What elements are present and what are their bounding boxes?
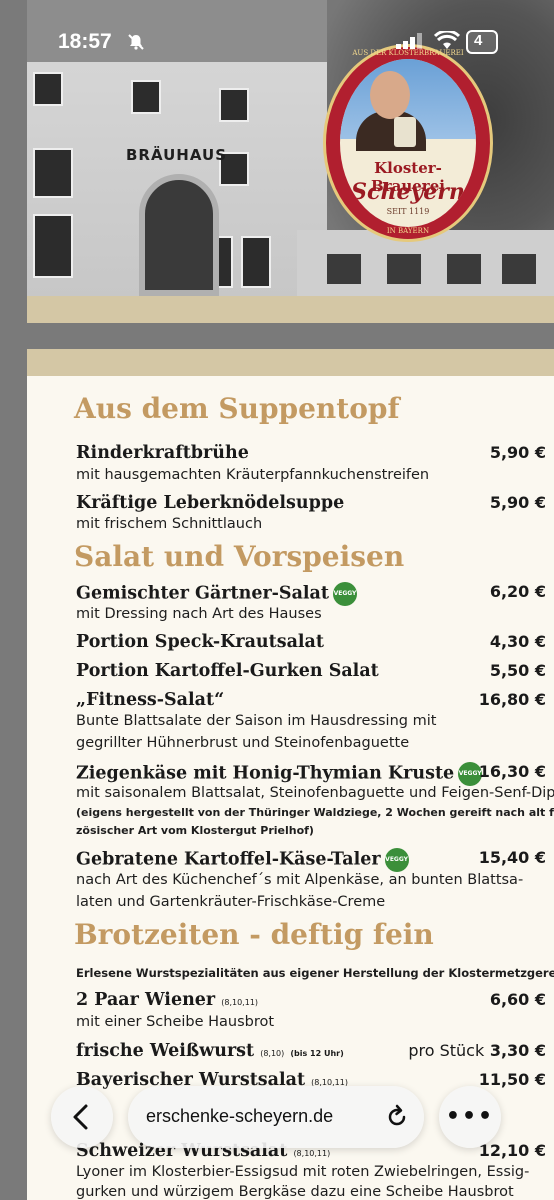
veggy-badge-icon: VEGGY: [332, 582, 357, 606]
menu-item: Rinderkraftbrühe 5,90 €: [76, 443, 546, 463]
address-bar[interactable]: erschenke-scheyern.de: [128, 1086, 424, 1148]
item-description: mit frischem Schnittlauch: [76, 516, 263, 532]
menu-item: Gebratene Kartoffel-Käse-Taler VEGGY 15,4…: [76, 848, 546, 874]
ellipsis-icon: •••: [445, 1104, 495, 1129]
divider-band: [27, 296, 554, 323]
item-description: gurken und würzigem Bergkäse dazu eine S…: [76, 1184, 514, 1200]
item-description: Lyoner im Klosterbier-Essigsud mit roten…: [76, 1164, 530, 1180]
item-description: laten und Gartenkräuter-Frischkäse-Creme: [76, 894, 386, 910]
item-description: mit Dressing nach Art des Hauses: [76, 606, 322, 622]
item-description: gegrillter Hühnerbrust und Steinofenbagu…: [76, 735, 410, 751]
url-text: erschenke-scheyern.de: [146, 1106, 334, 1126]
item-description: Bunte Blattsalate der Saison im Hausdres…: [76, 713, 437, 729]
menu-item: Portion Speck-Krautsalat 4,30 €: [76, 632, 546, 652]
item-description: mit saisonalem Blattsalat, Steinofenbagu…: [76, 785, 554, 801]
veggy-badge-icon: VEGGY: [384, 848, 409, 872]
chevron-left-icon: [73, 1104, 88, 1130]
silent-mode-icon: [128, 34, 144, 50]
section-title-salad: Salat und Vorspeisen: [74, 540, 405, 573]
cellular-signal-icon: [396, 33, 422, 49]
status-bar: 18:57 4: [0, 0, 554, 84]
section-title-brotzeit: Brotzeiten - deftig fein: [74, 918, 434, 951]
item-description: mit hausgemachten Kräuterpfannkuchenstre…: [76, 467, 430, 483]
menu-item: Gemischter Gärtner-Salat VEGGY 6,20 €: [76, 582, 546, 608]
item-note: (eigens hergestellt von der Thüringer Wa…: [76, 806, 554, 819]
section-title-soup: Aus dem Suppentopf: [74, 392, 400, 425]
battery-icon: 4: [466, 30, 498, 54]
wifi-icon: [434, 31, 460, 49]
back-button[interactable]: [51, 1086, 113, 1148]
battery-level: 4: [474, 32, 483, 49]
menu-item: frische Weißwurst (8,10) (bis 12 Uhr) pr…: [76, 1041, 546, 1061]
building-sign: BRÄUHAUS: [126, 146, 227, 164]
reload-icon[interactable]: [384, 1104, 410, 1130]
menu-item: 2 Paar Wiener (8,10,11) 6,60 €: [76, 990, 546, 1010]
menu-item: Portion Kartoffel-Gurken Salat 5,50 €: [76, 661, 546, 681]
item-description: mit einer Scheibe Hausbrot: [76, 1014, 275, 1030]
divider-band: [27, 349, 554, 376]
more-options-button[interactable]: •••: [439, 1086, 501, 1148]
item-note: zösischer Art vom Klostergut Prielhof): [76, 824, 314, 837]
section-intro: Erlesene Wurstspezialitäten aus eigener …: [76, 966, 554, 980]
clock: 18:57: [58, 30, 112, 53]
item-description: nach Art des Küchenchef´s mit Alpenkäse,…: [76, 872, 524, 888]
